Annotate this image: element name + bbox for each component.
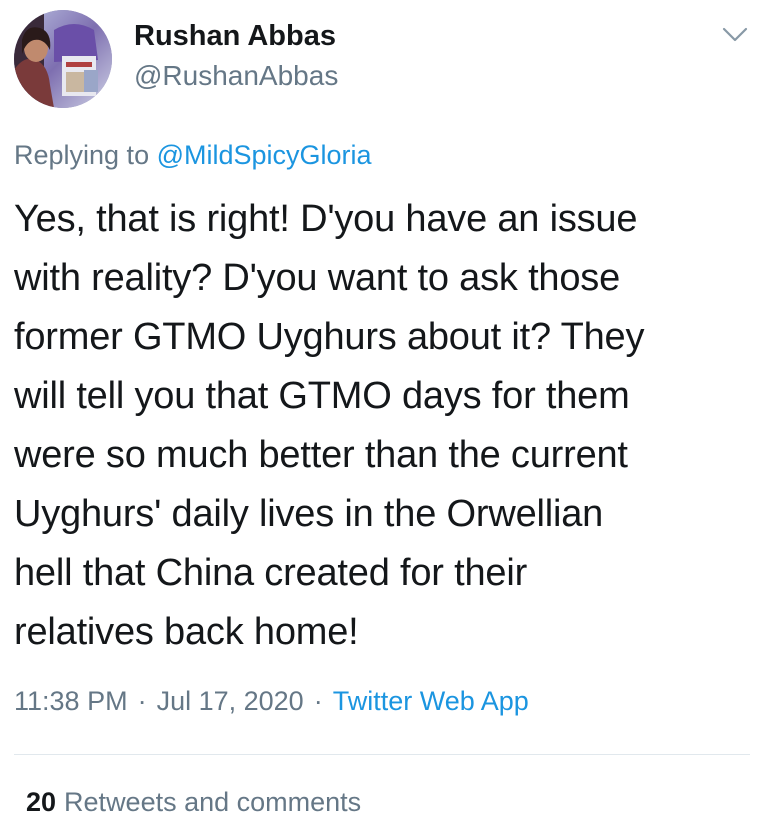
tweet-line: hell that China created for their: [14, 552, 528, 594]
profile-photo-icon: [14, 10, 112, 108]
retweets-label: Retweets and comments: [64, 787, 362, 817]
retweet-count: 20: [26, 787, 57, 817]
tweet-line: Yes, that is right! D'you have an issue: [14, 198, 638, 240]
tweet-text: Yes, that is right! D'you have an issue …: [14, 190, 754, 662]
replying-to: Replying to @MildSpicyGloria: [14, 140, 372, 171]
tweet-meta: 11:38 PM · Jul 17, 2020 · Twitter Web App: [14, 686, 529, 717]
tweet-line: relatives back home!: [14, 611, 359, 653]
replying-to-label: Replying to: [14, 140, 150, 170]
display-name[interactable]: Rushan Abbas: [134, 20, 336, 53]
tweet-line: will tell you that GTMO days for them: [14, 375, 630, 417]
chevron-down-icon[interactable]: [718, 20, 752, 50]
tweet-header: Rushan Abbas @RushanAbbas: [0, 0, 766, 120]
user-handle[interactable]: @RushanAbbas: [134, 60, 338, 92]
tweet-line: were so much better than the current: [14, 434, 628, 476]
reply-mention-link[interactable]: @MildSpicyGloria: [157, 140, 372, 170]
tweet-date[interactable]: Jul 17, 2020: [157, 686, 304, 716]
meta-separator: ·: [313, 686, 323, 716]
tweet-line: with reality? D'you want to ask those: [14, 257, 621, 299]
tweet-source-link[interactable]: Twitter Web App: [333, 686, 529, 716]
tweet-time[interactable]: 11:38 PM: [14, 686, 128, 716]
retweets-and-comments-link[interactable]: 20 Retweets and comments: [26, 787, 361, 818]
tweet-line: former GTMO Uyghurs about it? They: [14, 316, 645, 358]
meta-separator: ·: [137, 686, 147, 716]
avatar[interactable]: [14, 10, 112, 108]
tweet-line: Uyghurs' daily lives in the Orwellian: [14, 493, 604, 535]
divider: [14, 754, 750, 755]
